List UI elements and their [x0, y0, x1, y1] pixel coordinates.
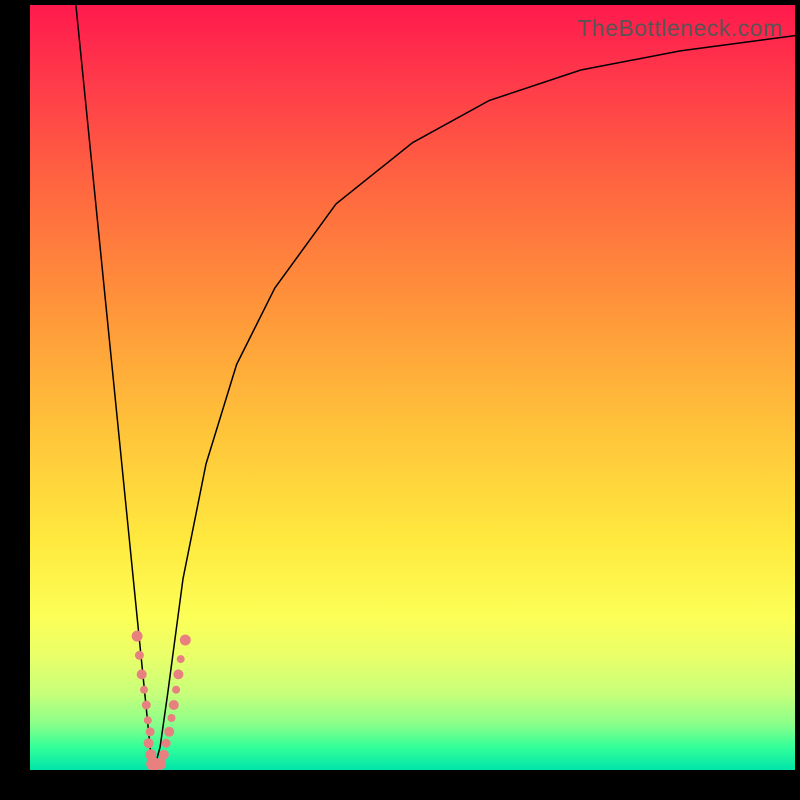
data-point — [137, 669, 147, 679]
data-point — [159, 750, 169, 760]
data-point — [172, 686, 180, 694]
data-point — [164, 727, 174, 737]
data-point — [169, 700, 179, 710]
plot-area: TheBottleneck.com — [30, 5, 795, 770]
data-point — [140, 686, 148, 694]
data-point — [135, 651, 144, 660]
curve-layer — [30, 5, 795, 770]
data-point — [146, 727, 155, 736]
data-point — [173, 669, 183, 679]
data-point — [144, 716, 152, 724]
data-point — [180, 635, 191, 646]
data-point — [144, 738, 154, 748]
data-point — [132, 631, 143, 642]
data-point — [142, 701, 151, 710]
data-point — [177, 655, 185, 663]
curve-right-branch — [154, 36, 795, 770]
chart-frame: TheBottleneck.com — [0, 0, 800, 800]
data-point — [162, 739, 171, 748]
watermark-text: TheBottleneck.com — [578, 15, 783, 42]
data-point — [154, 758, 166, 770]
dot-cluster — [132, 631, 191, 770]
data-point — [168, 714, 176, 722]
